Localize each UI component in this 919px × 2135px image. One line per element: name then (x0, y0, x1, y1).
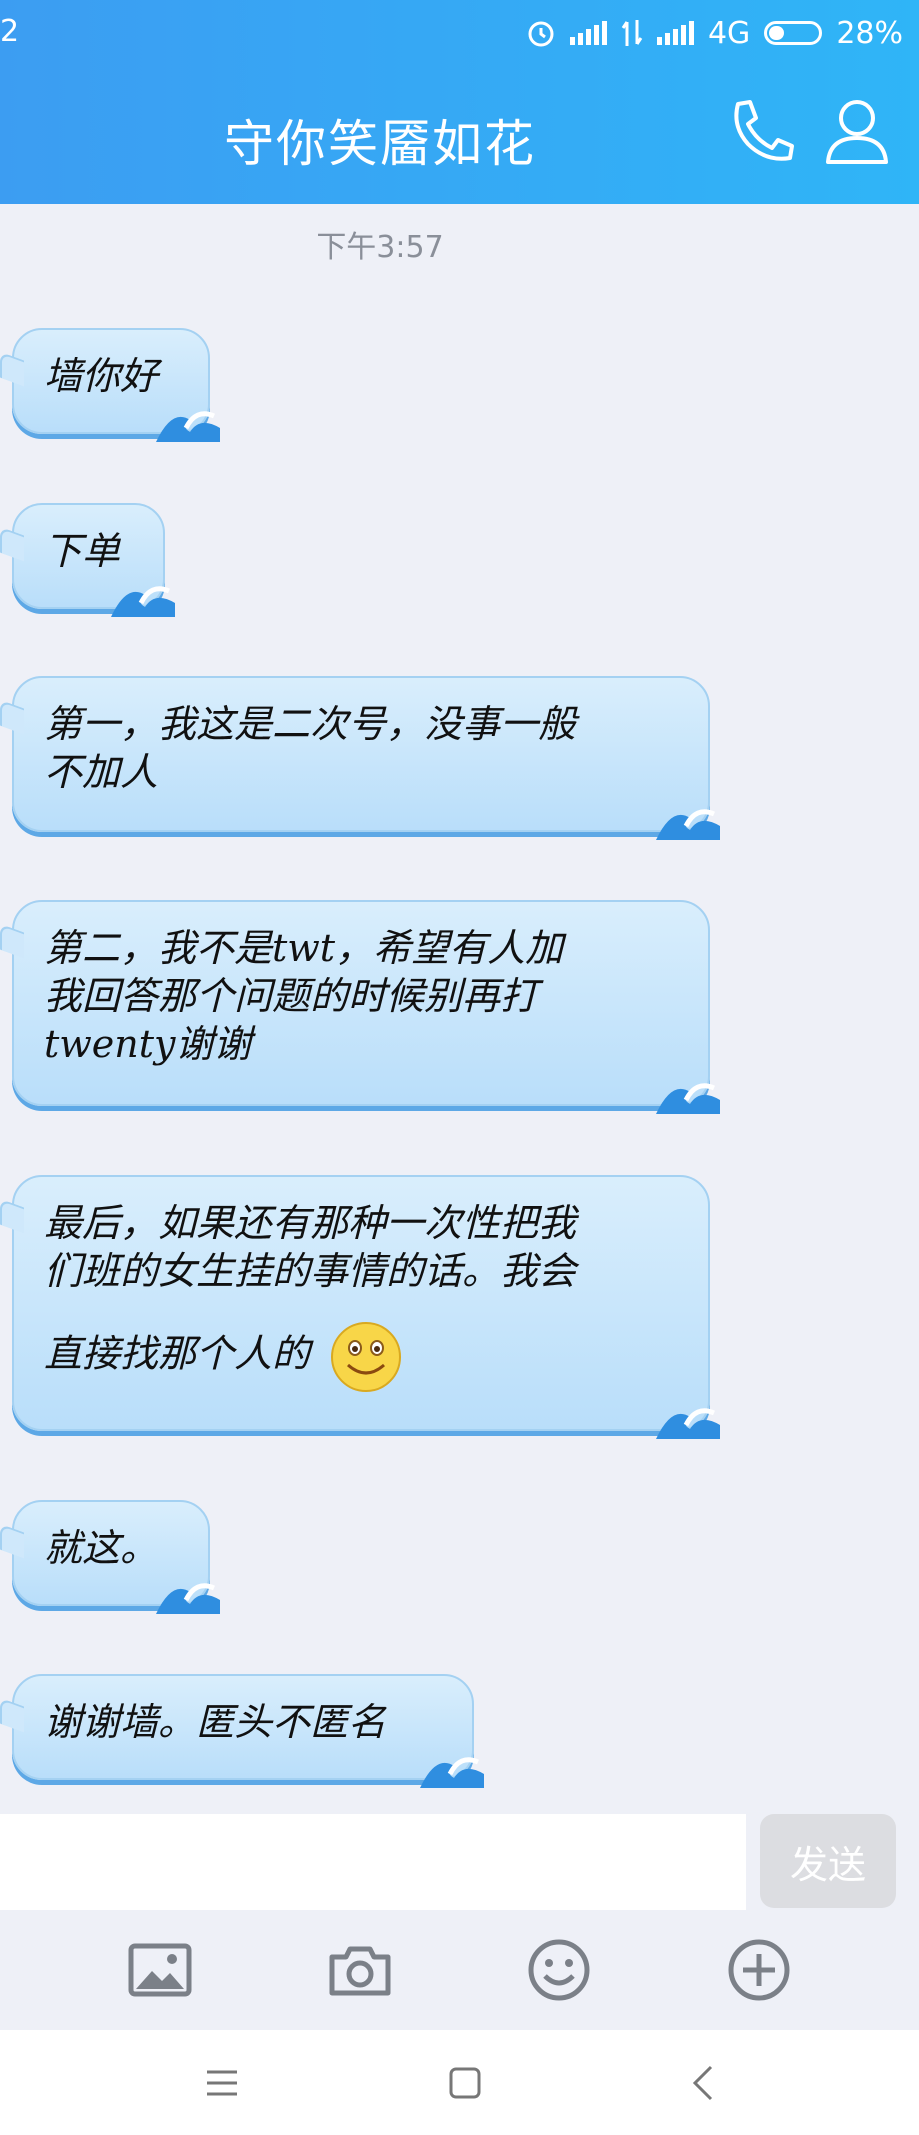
menu-icon[interactable] (205, 2068, 239, 2098)
header-bar: 2 4G 28% 守你笑靥如花 (0, 0, 919, 204)
back-icon[interactable] (691, 2065, 715, 2101)
alarm-icon (528, 21, 554, 47)
battery-icon (764, 21, 823, 45)
message-text: 下单 (44, 529, 121, 573)
signal-icon (656, 21, 694, 45)
wave-decoration (156, 411, 220, 442)
message-text: 们班的女生挂的事情的话。我会 (44, 1249, 577, 1293)
data-transfer-icon (621, 20, 643, 46)
message-text: 谢谢墙。匿头不匿名 (44, 1700, 387, 1744)
wave-decoration (420, 1757, 484, 1788)
image-icon (128, 1943, 192, 1997)
image-button[interactable] (125, 1935, 195, 2005)
wave-decoration (156, 1583, 220, 1614)
message-text: 我回答那个问题的时候别再打 (44, 974, 539, 1018)
message-text: 直接找那个人的 (44, 1331, 311, 1376)
message-timestamp: 下午3:57 (316, 230, 444, 265)
smiley-icon (331, 1322, 402, 1392)
message-text: 不加人 (44, 750, 159, 794)
message-text: 第一，我这是二次号，没事一般 (44, 702, 577, 746)
message-text: 墙你好 (44, 354, 159, 398)
wave-decoration (111, 586, 175, 617)
message-bubble[interactable]: 就这。 (12, 1500, 220, 1614)
message-text: 第二，我不是twt，希望有人加 (44, 926, 564, 970)
input-toolbar (0, 1910, 919, 2030)
plus-icon (728, 1939, 790, 2001)
wave-decoration (656, 809, 720, 840)
battery-percent: 28% (836, 15, 903, 51)
emoji-button[interactable] (524, 1935, 594, 2005)
message-bubble[interactable]: 墙你好 (12, 328, 220, 442)
chat-title: 守你笑靥如花 (224, 115, 536, 173)
message-text: 最后，如果还有那种一次性把我 (44, 1201, 577, 1245)
more-button[interactable] (724, 1935, 794, 2005)
camera-button[interactable] (325, 1935, 395, 2005)
message-bubble[interactable]: 谢谢墙。匿头不匿名 (12, 1674, 484, 1788)
send-button[interactable]: 发送 (760, 1814, 896, 1908)
status-left-text: 2 (0, 14, 20, 49)
wave-decoration (656, 1083, 720, 1114)
message-input[interactable] (0, 1814, 746, 1910)
system-nav-bar (0, 2030, 919, 2135)
phone-icon[interactable] (726, 96, 798, 168)
emoji-icon (528, 1939, 590, 2001)
camera-icon (329, 1946, 391, 1996)
status-bar: 4G 28% (526, 10, 903, 56)
signal-icon (569, 21, 607, 45)
message-bubble[interactable]: 下单 (12, 503, 175, 617)
message-text: 就这。 (44, 1526, 159, 1570)
person-icon[interactable] (824, 96, 890, 166)
wave-decoration (656, 1408, 720, 1439)
message-text: twenty谢谢 (44, 1022, 252, 1066)
message-bubble[interactable]: 第二，我不是twt，希望有人加 我回答那个问题的时候别再打 twenty谢谢 (12, 900, 720, 1114)
home-icon[interactable] (448, 2066, 482, 2100)
network-type: 4G (707, 15, 751, 51)
message-bubble[interactable]: 第一，我这是二次号，没事一般 不加人 (12, 676, 720, 840)
message-bubble[interactable]: 最后，如果还有那种一次性把我 们班的女生挂的事情的话。我会 直接找那个人的 (12, 1175, 720, 1439)
